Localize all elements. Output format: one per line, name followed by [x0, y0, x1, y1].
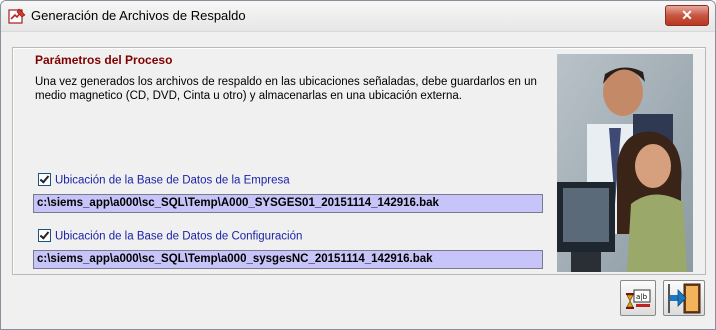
generate-backup-icon: a|b [626, 289, 651, 309]
backup-pencil-icon [8, 8, 26, 24]
config-db-checkbox[interactable] [38, 229, 51, 242]
company-db-path-field[interactable]: c:\siems_app\a000\sc_SQL\Temp\A000_SYSGE… [33, 194, 543, 213]
close-button[interactable]: ✕ [665, 5, 709, 26]
backup-dialog-window: Generación de Archivos de Respaldo ✕ Par… [0, 0, 716, 330]
exit-door-icon [668, 283, 701, 314]
exit-button[interactable] [663, 280, 705, 316]
company-db-label: Ubicación de la Base de Datos de la Empr… [55, 174, 290, 187]
people-at-computer-image [557, 54, 693, 272]
config-db-label: Ubicación de la Base de Datos de Configu… [55, 230, 303, 243]
window-title: Generación de Archivos de Respaldo [31, 8, 246, 23]
config-db-path-field[interactable]: c:\siems_app\a000\sc_SQL\Temp\a000_sysge… [33, 250, 543, 269]
config-db-checkbox-row[interactable]: Ubicación de la Base de Datos de Configu… [38, 229, 303, 244]
svg-text:a|b: a|b [636, 293, 648, 301]
dialog-body: Parámetros del Proceso Una vez generados… [1, 32, 715, 329]
title-bar[interactable]: Generación de Archivos de Respaldo ✕ [1, 1, 715, 32]
group-legend: Parámetros del Proceso [32, 53, 176, 67]
company-db-checkbox[interactable] [38, 173, 51, 186]
backup-instructions: Una vez generados los archivos de respal… [35, 76, 537, 102]
generate-backup-button[interactable]: a|b [620, 280, 656, 316]
company-db-checkbox-row[interactable]: Ubicación de la Base de Datos de la Empr… [38, 173, 290, 188]
